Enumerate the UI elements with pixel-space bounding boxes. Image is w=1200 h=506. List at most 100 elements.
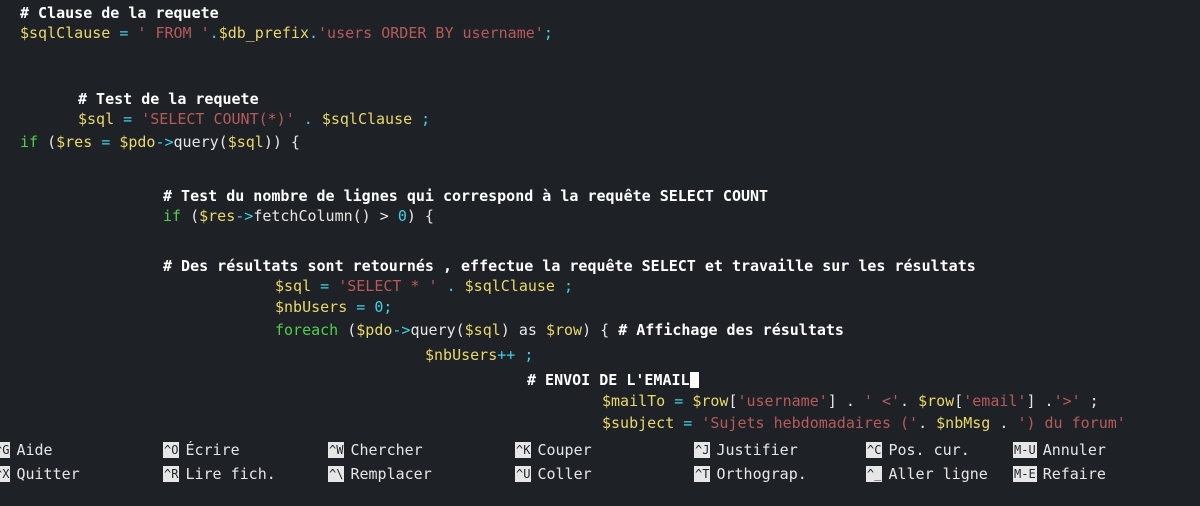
shortcut-label: Refaire [1042, 465, 1106, 483]
code-token: 0 [397, 207, 407, 225]
shortcut-lire-fich[interactable]: ^R Lire fich. [163, 465, 276, 484]
shortcut-pos-cur[interactable]: ^C Pos. cur. [866, 441, 970, 460]
code-token: 'SELECT * ' [338, 277, 438, 295]
code-token: if [20, 133, 39, 151]
shortcut-key: M-E [1013, 466, 1037, 482]
code-token: 'SELECT COUNT(*)' [141, 110, 295, 128]
code-token: ( [181, 207, 200, 225]
shortcut-label: Chercher [350, 441, 423, 459]
code-token: 'email' [963, 392, 1027, 410]
shortcut-label: Remplacer [350, 465, 432, 483]
code-line[interactable]: foreach ($pdo->query($sql) as $row) { # … [275, 321, 844, 340]
code-token: . [990, 414, 1018, 432]
shortcut-key: ^X [0, 466, 11, 482]
shortcut-annuler[interactable]: M-U Annuler [1013, 441, 1106, 460]
shortcut-key: ^U [515, 466, 532, 482]
code-token: $subject [602, 414, 675, 432]
shortcut-justifier[interactable]: ^J Justifier [694, 441, 798, 460]
code-token: = [114, 110, 142, 128]
shortcut-key: ^J [694, 442, 711, 458]
shortcut-chercher[interactable]: ^W Chercher [328, 441, 423, 460]
code-line[interactable]: # Test de la requete [78, 90, 259, 109]
code-token: $res [56, 133, 93, 151]
code-token: $res [199, 207, 236, 225]
code-token: $sqlClause [20, 24, 111, 42]
code-line[interactable]: if ($res = $pdo->query($sql)) { [20, 133, 300, 152]
code-token: 'username' [737, 392, 828, 410]
code-token: . [309, 24, 319, 42]
shortcut-key: ^K [515, 442, 532, 458]
shortcut-key: ^\ [328, 466, 345, 482]
code-token: # Test du nombre de lignes qui correspon… [163, 187, 769, 205]
code-line[interactable]: # ENVOI DE L'EMAIL [527, 371, 699, 390]
code-line[interactable]: $sqlClause = ' FROM '.$db_prefix.'users … [20, 24, 553, 43]
code-line[interactable]: $nbUsers = 0; [275, 298, 392, 317]
code-line[interactable]: $sql = 'SELECT * ' . $sqlClause ; [275, 277, 573, 296]
code-token: $pdo [356, 321, 393, 339]
shortcut-label: Couper [537, 441, 592, 459]
code-token: $nbUsers [275, 298, 348, 316]
shortcut-label: Pos. cur. [888, 441, 970, 459]
code-line[interactable]: if ($res->fetchColumn() > 0) { [163, 207, 434, 226]
code-token: ' FROM ' [137, 24, 210, 42]
shortcut-crire[interactable]: ^O Écrire [163, 441, 240, 460]
shortcut-label: Coller [537, 465, 592, 483]
shortcut-remplacer[interactable]: ^\ Remplacer [328, 465, 432, 484]
code-token: = [92, 133, 120, 151]
code-token: $sql [227, 133, 264, 151]
shortcut-label: Quitter [16, 465, 80, 483]
code-token: ( [338, 321, 357, 339]
code-token: ++ ; [497, 346, 534, 364]
code-token: -> [155, 133, 174, 151]
shortcut-key: ^G [0, 442, 11, 458]
code-token: ') du forum' [1017, 414, 1126, 432]
code-line[interactable]: # Test du nombre de lignes qui correspon… [163, 187, 768, 206]
code-token: $pdo [119, 133, 156, 151]
code-token: $row [545, 321, 583, 339]
code-token: ) { [582, 321, 619, 339]
code-token: foreach [275, 321, 339, 339]
code-token: $sqlClause [464, 277, 555, 295]
code-line[interactable]: # Clause de la requete [20, 4, 219, 23]
code-token: ; [383, 298, 393, 316]
code-token: ; [554, 277, 574, 295]
shortcut-key: ^R [163, 466, 180, 482]
nano-editor[interactable]: # Clause de la requete $sqlClause = ' FRO… [0, 0, 1200, 506]
shortcut-refaire[interactable]: M-E Refaire [1013, 465, 1106, 484]
code-line[interactable]: $nbUsers++ ; [425, 346, 533, 365]
shortcut-label: Justifier [716, 441, 798, 459]
shortcut-coller[interactable]: ^U Coller [515, 465, 592, 484]
code-token: ; [1080, 392, 1099, 410]
code-line[interactable]: $mailTo = $row['username'] . ' <'. $row[… [602, 392, 1099, 411]
code-token: $sql [464, 321, 501, 339]
shortcut-key: ^W [328, 442, 345, 458]
code-token: ) { [406, 207, 434, 225]
code-token: ( [38, 133, 57, 151]
code-token: $mailTo [602, 392, 666, 410]
code-token: $row [918, 392, 955, 410]
code-line[interactable]: # Des résultats sont retournés , effectu… [163, 257, 976, 276]
shortcut-key: ^O [163, 442, 180, 458]
code-token: $db_prefix [218, 24, 309, 42]
shortcut-quitter[interactable]: ^X Quitter [0, 465, 80, 484]
code-token: . [900, 392, 919, 410]
code-token: = [110, 24, 138, 42]
code-token: $row [692, 392, 729, 410]
code-token: . [209, 24, 219, 42]
code-line[interactable]: $sql = 'SELECT COUNT(*)' . $sqlClause ; [78, 110, 430, 129]
shortcut-couper[interactable]: ^K Couper [515, 441, 592, 460]
code-token: # Affichage des résultats [618, 321, 844, 339]
shortcut-aller-ligne[interactable]: ^_ Aller ligne [866, 465, 988, 484]
shortcut-aide[interactable]: ^G Aide [0, 441, 53, 460]
text-cursor [689, 372, 699, 388]
code-token: = [674, 414, 702, 432]
shortcut-label: Orthograp. [716, 465, 807, 483]
code-token: # ENVOI DE L'EMAIL [527, 371, 690, 389]
code-line[interactable]: $subject = 'Sujets hebdomadaires ('. $nb… [602, 414, 1126, 433]
code-token: . [918, 414, 937, 432]
code-token: )) { [263, 133, 300, 151]
shortcut-orthograp[interactable]: ^T Orthograp. [694, 465, 807, 484]
code-token: $nbMsg [936, 414, 991, 432]
code-token: $sql [78, 110, 115, 128]
code-token: query( [410, 321, 465, 339]
